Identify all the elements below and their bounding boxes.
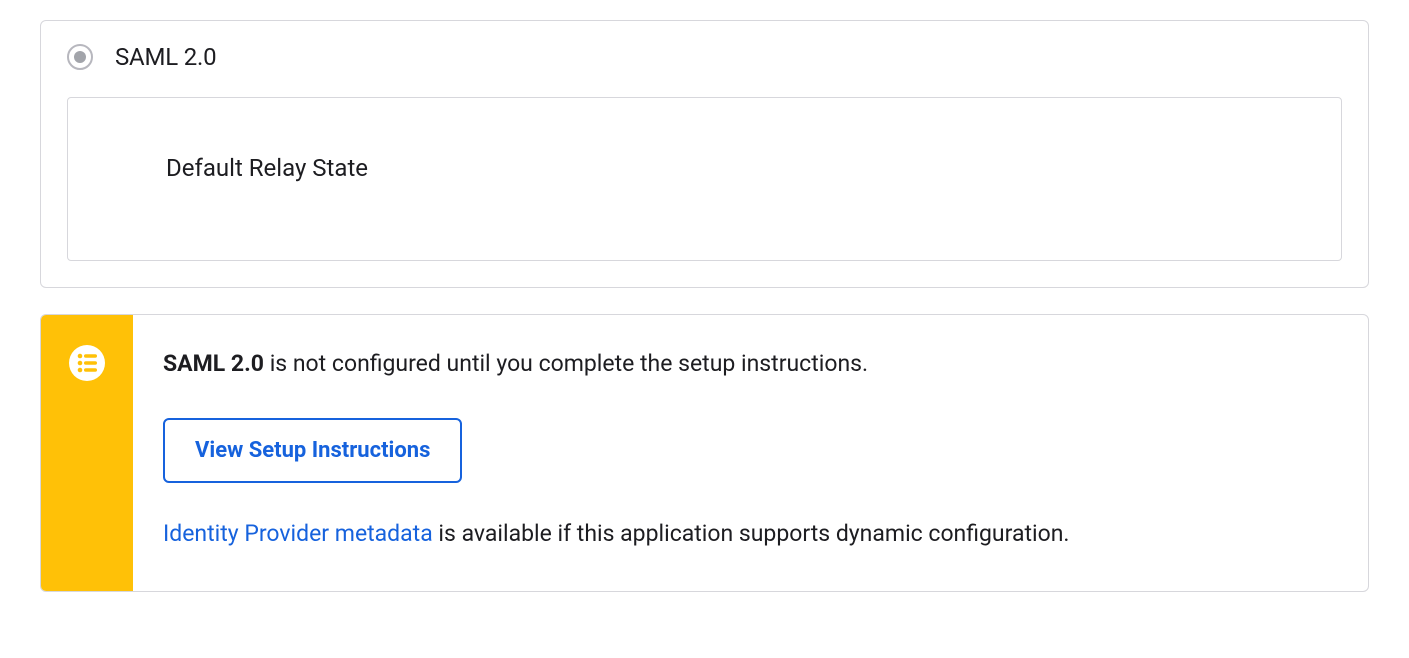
identity-provider-metadata-link[interactable]: Identity Provider metadata (163, 520, 433, 547)
relay-state-panel: Default Relay State (67, 97, 1342, 261)
banner-accent-bar (41, 315, 133, 591)
banner-footer: Identity Provider metadata is available … (163, 517, 1338, 552)
relay-state-label: Default Relay State (166, 154, 1315, 182)
view-setup-instructions-button[interactable]: View Setup Instructions (163, 418, 462, 483)
saml-sign-on-panel: SAML 2.0 Default Relay State (40, 20, 1369, 288)
saml-radio-option[interactable]: SAML 2.0 (67, 43, 1342, 71)
banner-body: SAML 2.0 is not configured until you com… (133, 315, 1368, 591)
saml-radio-label: SAML 2.0 (115, 43, 216, 71)
banner-footer-rest: is available if this application support… (433, 520, 1070, 547)
saml-setup-banner: SAML 2.0 is not configured until you com… (40, 314, 1369, 592)
banner-message-rest: is not configured until you complete the… (264, 350, 868, 377)
banner-message: SAML 2.0 is not configured until you com… (163, 347, 1338, 382)
radio-icon (67, 44, 93, 70)
list-icon (69, 345, 105, 381)
banner-message-strong: SAML 2.0 (163, 350, 264, 377)
